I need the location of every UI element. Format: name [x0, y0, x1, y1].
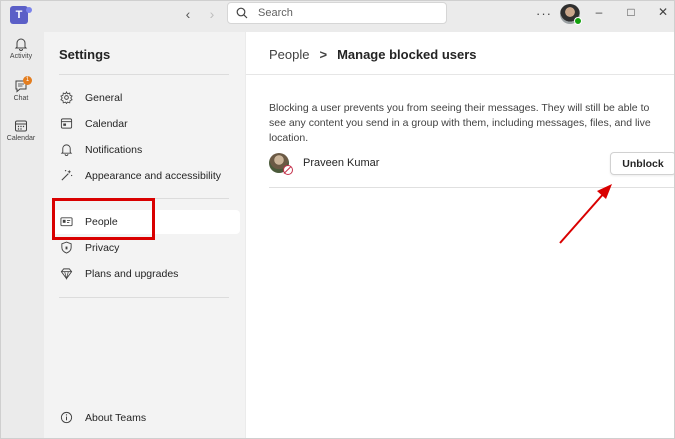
annotation-highlight-box	[52, 198, 155, 240]
menu-label-privacy: Privacy	[85, 242, 120, 254]
block-description: Blocking a user prevents you from seeing…	[269, 102, 651, 144]
bell-icon	[14, 38, 28, 51]
calendar-icon	[15, 120, 27, 132]
back-arrow-icon[interactable]: ‹	[180, 6, 196, 22]
menu-item-general[interactable]: General	[52, 86, 240, 110]
search-input[interactable]	[258, 5, 438, 21]
menu-label-general: General	[85, 92, 123, 104]
diamond-icon	[60, 268, 73, 280]
blocked-user-name: Praveen Kumar	[303, 157, 380, 169]
divider	[59, 297, 229, 298]
rail-label-calendar: Calendar	[6, 135, 36, 142]
menu-label-notifications: Notifications	[85, 144, 143, 156]
menu-item-appearance[interactable]: Appearance and accessibility	[52, 164, 240, 188]
blocked-icon	[283, 165, 293, 175]
teams-logo-icon: T	[10, 6, 32, 24]
menu-item-about[interactable]: About Teams	[52, 406, 240, 430]
settings-title: Settings	[59, 47, 111, 62]
menu-label-calendar: Calendar	[85, 118, 128, 130]
main-content: People > Manage blocked users Blocking a u…	[246, 32, 674, 438]
divider	[59, 74, 229, 75]
info-icon	[60, 411, 73, 424]
chevron-right-icon: >	[319, 47, 328, 62]
presence-available-icon	[574, 17, 582, 25]
page-title: Manage blocked users	[337, 47, 477, 62]
menu-label-appearance: Appearance and accessibility	[85, 170, 221, 182]
maximize-button[interactable]: □	[621, 4, 641, 20]
more-options-button[interactable]: ···	[536, 6, 552, 21]
rail-label-chat: Chat	[13, 95, 29, 102]
menu-item-plans[interactable]: Plans and upgrades	[52, 262, 240, 286]
unread-badge: 1	[23, 76, 32, 85]
divider	[246, 74, 674, 75]
breadcrumb-parent-link[interactable]: People	[269, 47, 309, 62]
app-rail: Activity 1 Chat Calendar	[1, 31, 41, 438]
title-bar: T ‹ › ··· – □ ✕	[1, 1, 674, 31]
unblock-button[interactable]: Unblock	[610, 152, 674, 175]
minimize-button[interactable]: –	[589, 4, 609, 20]
rail-item-calendar[interactable]: Calendar	[1, 119, 41, 142]
breadcrumb: People > Manage blocked users	[269, 47, 477, 62]
search-icon	[236, 7, 248, 19]
magic-wand-icon	[61, 169, 73, 181]
bell-icon	[60, 144, 73, 156]
rail-item-chat[interactable]: 1 Chat	[1, 76, 41, 102]
close-button[interactable]: ✕	[653, 4, 673, 20]
shield-icon	[61, 241, 72, 254]
menu-item-notifications[interactable]: Notifications	[52, 138, 240, 162]
rail-label-activity: Activity	[9, 53, 33, 60]
teams-window: T ‹ › ··· – □ ✕ Activity	[0, 0, 675, 439]
menu-label-about: About Teams	[85, 412, 147, 424]
menu-item-calendar[interactable]: Calendar	[52, 112, 240, 136]
calendar-icon	[60, 118, 73, 129]
blocked-user-row: Praveen Kumar Unblock	[269, 150, 674, 188]
gear-icon	[60, 91, 73, 104]
search-box[interactable]	[227, 2, 447, 24]
rail-item-activity[interactable]: Activity	[1, 37, 41, 60]
menu-label-plans: Plans and upgrades	[85, 268, 179, 280]
forward-arrow-icon[interactable]: ›	[204, 6, 220, 22]
